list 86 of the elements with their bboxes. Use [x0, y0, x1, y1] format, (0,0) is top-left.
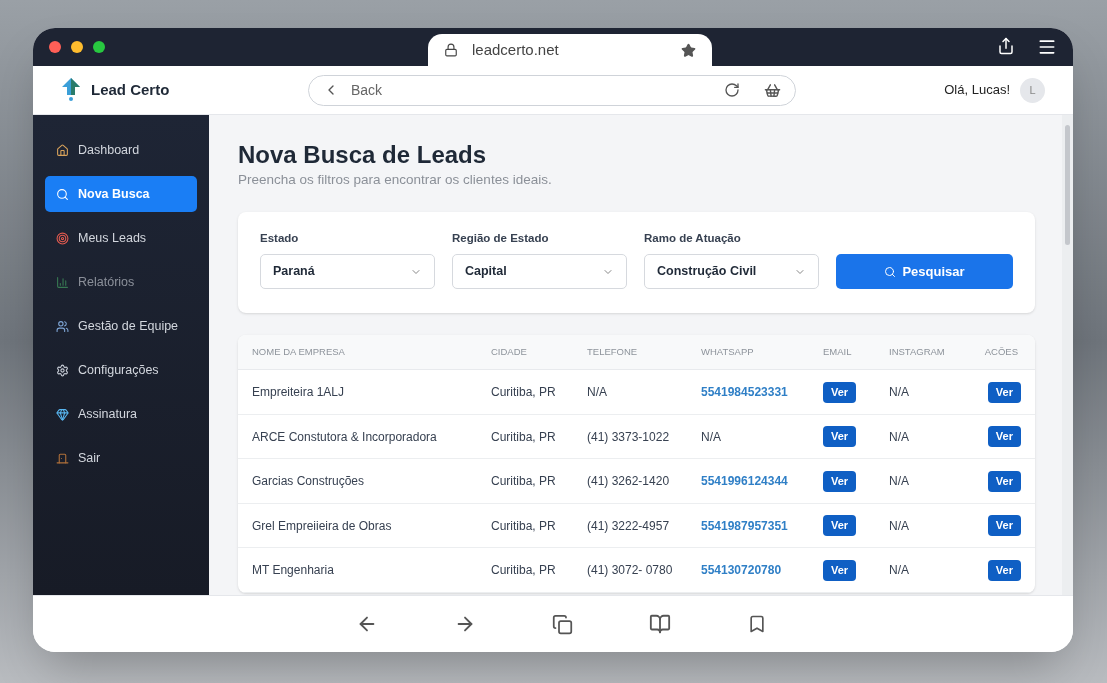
basket-icon[interactable]: [764, 81, 781, 99]
whatsapp-link[interactable]: 5541987957351: [701, 516, 823, 535]
city-cell-text: Curitiba, PR: [491, 384, 557, 401]
instagram-cell-text: N/A: [889, 473, 910, 490]
sidebar-item[interactable]: Gestão de Equipe: [45, 308, 197, 344]
view-button[interactable]: Ver: [987, 559, 1021, 581]
phone-cell-text: (41) 3373-1022: [587, 428, 671, 446]
greeting: Olá, Lucas!: [944, 81, 1010, 100]
view-email-button[interactable]: Ver: [823, 426, 857, 447]
city-cell-text: Curitiba, PR: [491, 517, 557, 535]
bar-chart-icon: [56, 275, 69, 289]
maximize-window-icon[interactable]: [93, 41, 105, 53]
instagram-cell-text: N/A: [889, 517, 910, 535]
browser-tab[interactable]: leadcerto.net: [428, 34, 712, 66]
sidebar-item[interactable]: Configurações: [45, 352, 197, 388]
filter-label: Estado: [260, 231, 300, 246]
filter-select[interactable]: Construção Civil: [644, 254, 819, 290]
view-button[interactable]: Ver: [987, 381, 1021, 403]
filter-select[interactable]: Capital: [452, 254, 627, 290]
close-window-icon[interactable]: [49, 41, 61, 53]
instagram-cell-text: N/A: [889, 384, 910, 401]
city-cell-text: Curitiba, PR: [491, 428, 557, 446]
instagram-cell-text: N/A: [889, 428, 910, 446]
back-label[interactable]: Back: [351, 79, 712, 101]
minimize-window-icon[interactable]: [71, 41, 83, 53]
search-icon: [56, 187, 69, 201]
page-title: Nova Busca de Leads: [238, 141, 488, 169]
gem-icon: [56, 407, 69, 421]
page-subtitle: Preencha os filtros para encontrar os clientes ideais.: [238, 171, 553, 189]
column-header: TELEFONE: [587, 345, 639, 360]
city-cell-text: Curitiba, PR: [491, 473, 557, 490]
view-email-button[interactable]: Ver: [823, 470, 857, 492]
column-header: WHATSAPP: [701, 345, 755, 360]
sidebar-item[interactable]: Meus Leads: [45, 220, 197, 256]
tabs-icon[interactable]: [551, 613, 573, 635]
logo-icon: [61, 77, 81, 103]
instagram-cell-text: N/A: [889, 562, 910, 579]
view-email-button[interactable]: Ver: [823, 381, 857, 403]
column-header: CIDADE: [491, 345, 528, 360]
whatsapp-link[interactable]: 554130720780: [701, 561, 823, 579]
view-button[interactable]: Ver: [987, 470, 1021, 492]
company-name-cell-text: Empreiteira 1ALJ: [252, 384, 346, 401]
view-email-button[interactable]: Ver: [823, 559, 857, 581]
column-header: ACÕES: [984, 345, 1019, 360]
sidebar-item[interactable]: Nova Busca: [45, 176, 197, 212]
phone-cell-text: (41) 3262-1420: [587, 473, 671, 490]
phone-cell-text: N/A: [587, 384, 608, 401]
reload-icon[interactable]: [724, 82, 740, 98]
house-icon: [56, 143, 69, 157]
view-button[interactable]: Ver: [987, 515, 1021, 536]
search-button[interactable]: Pesquisar: [836, 254, 1013, 290]
company-name-cell-text: Garcias Construções: [252, 473, 366, 490]
brand-name: Lead Certo: [91, 79, 171, 100]
view-email-button[interactable]: Ver: [823, 515, 857, 536]
whatsapp-link[interactable]: 5541996124344: [701, 472, 823, 490]
company-name-cell-text: ARCE Constutora & Incorporadora: [252, 428, 438, 446]
book-icon[interactable]: [648, 613, 671, 635]
phone-cell-text: (41) 3222-4957: [587, 517, 671, 535]
whatsapp-cell-text: N/A: [701, 428, 722, 446]
star-icon[interactable]: [681, 42, 696, 58]
user-avatar[interactable]: L: [1020, 77, 1045, 103]
url-text: leadcerto.net: [472, 39, 560, 60]
city-cell-text: Curitiba, PR: [491, 562, 557, 579]
column-header: EMAIL: [823, 345, 853, 360]
door-icon: [56, 451, 69, 465]
sidebar-item[interactable]: Dashboard: [45, 132, 197, 168]
company-name-cell-text: MT Engenharia: [252, 562, 335, 579]
filter-label: Região de Estado: [452, 231, 550, 246]
filter-select[interactable]: Paraná: [260, 254, 435, 290]
gear-icon: [56, 363, 69, 377]
lock-icon: [444, 43, 458, 57]
users-icon: [56, 319, 69, 333]
search-icon: [884, 265, 897, 278]
scrollbar[interactable]: [1062, 115, 1073, 595]
column-header: INSTAGRAM: [889, 345, 946, 360]
company-name-cell-text: Grel Empreiieira de Obras: [252, 517, 393, 535]
phone-cell-text: (41) 3072- 0780: [587, 562, 674, 579]
menu-icon[interactable]: [1037, 37, 1057, 57]
column-header: NOME DA EMPRESA: [252, 345, 346, 360]
view-button[interactable]: Ver: [987, 426, 1021, 447]
target-icon: [56, 231, 69, 245]
filter-label: Ramo de Atuação: [644, 231, 742, 246]
sidebar-item[interactable]: Sair: [45, 440, 197, 476]
share-icon[interactable]: [997, 37, 1015, 55]
sidebar-item[interactable]: Assinatura: [45, 396, 197, 432]
whatsapp-link[interactable]: 5541984523331: [701, 383, 823, 401]
